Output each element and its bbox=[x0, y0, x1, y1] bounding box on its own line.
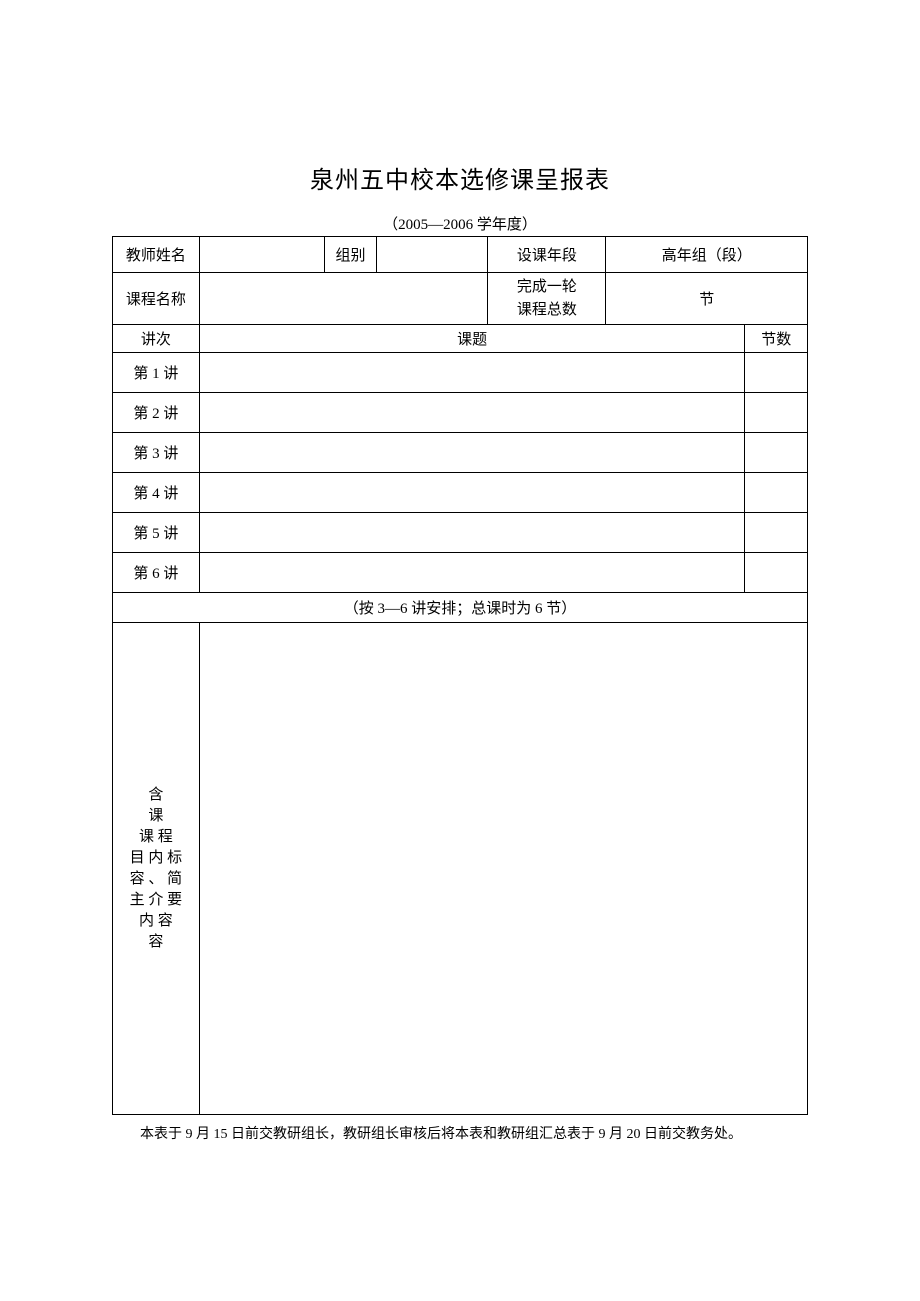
footnote: 本表于 9 月 15 日前交教研组长，教研组长审核后将本表和教研组汇总表于 9 … bbox=[112, 1123, 808, 1143]
lecture-sections bbox=[745, 353, 808, 393]
label-topic: 课题 bbox=[199, 325, 745, 353]
value-grade-section: 高年组（段） bbox=[606, 237, 808, 273]
lecture-topic bbox=[199, 393, 745, 433]
lecture-topic bbox=[199, 353, 745, 393]
table-row: 教师姓名 组别 设课年段 高年组（段） bbox=[113, 237, 808, 273]
value-teacher-name bbox=[199, 237, 324, 273]
label-grade-section: 设课年段 bbox=[488, 237, 606, 273]
table-row: （按 3—6 讲安排；总课时为 6 节） bbox=[113, 593, 808, 623]
document-page: 泉州五中校本选修课呈报表 （2005—2006 学年度） 教师姓名 组别 设课年… bbox=[0, 0, 920, 1143]
lecture-label: 第 2 讲 bbox=[113, 393, 200, 433]
form-table: 教师姓名 组别 设课年段 高年组（段） 课程名称 完成一轮 课程总数 节 讲次 … bbox=[112, 236, 808, 1115]
table-row: 第 3 讲 bbox=[113, 433, 808, 473]
lecture-sections bbox=[745, 553, 808, 593]
lecture-sections bbox=[745, 433, 808, 473]
lecture-label: 第 5 讲 bbox=[113, 513, 200, 553]
lecture-topic bbox=[199, 513, 745, 553]
page-title: 泉州五中校本选修课呈报表 bbox=[112, 160, 808, 195]
label-lecture-no: 讲次 bbox=[113, 325, 200, 353]
content-header-text: 含 课 课 程 目 内 标 容 、 简 主 介 要 内 容 容 bbox=[113, 785, 199, 953]
label-sections: 节数 bbox=[745, 325, 808, 353]
table-row: 第 5 讲 bbox=[113, 513, 808, 553]
label-teacher-name: 教师姓名 bbox=[113, 237, 200, 273]
table-row: 含 课 课 程 目 内 标 容 、 简 主 介 要 内 容 容 bbox=[113, 623, 808, 1115]
lecture-topic bbox=[199, 433, 745, 473]
table-row: 第 4 讲 bbox=[113, 473, 808, 513]
lecture-sections bbox=[745, 513, 808, 553]
lecture-label: 第 4 讲 bbox=[113, 473, 200, 513]
subtitle: （2005—2006 学年度） bbox=[112, 213, 808, 234]
lecture-label: 第 3 讲 bbox=[113, 433, 200, 473]
lecture-topic bbox=[199, 553, 745, 593]
table-row: 课程名称 完成一轮 课程总数 节 bbox=[113, 273, 808, 325]
content-body-cell bbox=[199, 623, 807, 1115]
content-header-cell: 含 课 课 程 目 内 标 容 、 简 主 介 要 内 容 容 bbox=[113, 623, 200, 1115]
table-row: 第 1 讲 bbox=[113, 353, 808, 393]
value-section-unit: 节 bbox=[606, 273, 808, 325]
table-row: 讲次 课题 节数 bbox=[113, 325, 808, 353]
label-course-name: 课程名称 bbox=[113, 273, 200, 325]
value-course-name bbox=[199, 273, 487, 325]
lecture-sections bbox=[745, 393, 808, 433]
lecture-label: 第 1 讲 bbox=[113, 353, 200, 393]
label-group: 组别 bbox=[324, 237, 376, 273]
lecture-sections bbox=[745, 473, 808, 513]
arrangement-note: （按 3—6 讲安排；总课时为 6 节） bbox=[113, 593, 808, 623]
label-round-total: 完成一轮 课程总数 bbox=[488, 273, 606, 325]
lecture-label: 第 6 讲 bbox=[113, 553, 200, 593]
table-row: 第 6 讲 bbox=[113, 553, 808, 593]
value-group bbox=[377, 237, 488, 273]
table-row: 第 2 讲 bbox=[113, 393, 808, 433]
lecture-topic bbox=[199, 473, 745, 513]
